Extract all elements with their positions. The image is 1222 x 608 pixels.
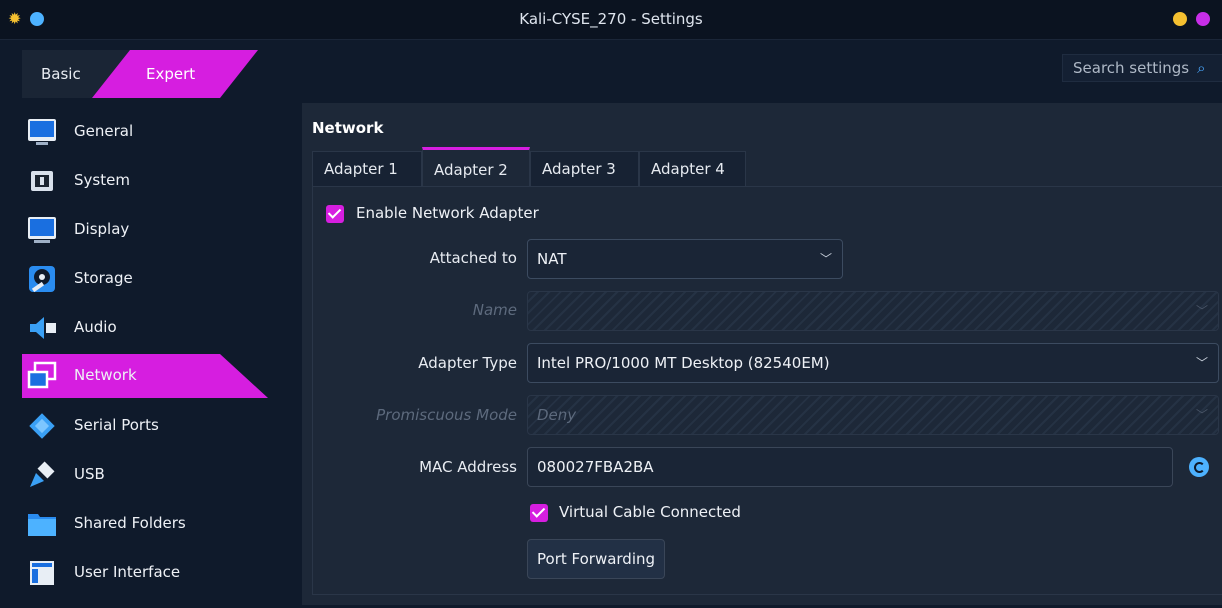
chip-icon [31, 171, 53, 191]
monitor-icon [28, 119, 56, 145]
promiscuous-mode-value: Deny [537, 406, 577, 424]
sidebar-item-label: Serial Ports [74, 416, 159, 434]
adapter-type-value: Intel PRO/1000 MT Desktop (82540EM) [537, 354, 830, 372]
toolbar: Basic Expert Search settings ⌕ [0, 40, 1222, 102]
network-icon [27, 361, 57, 389]
sidebar-item-audio[interactable]: Audio [22, 306, 272, 350]
sidebar-item-user-interface[interactable]: User Interface [22, 551, 272, 595]
attached-to-select[interactable]: NAT ﹀ [527, 239, 843, 279]
mac-address-value: 080027FBA2BA [537, 458, 654, 476]
sidebar-item-label: Network [74, 366, 137, 384]
tab-adapter-3[interactable]: Adapter 3 [530, 151, 639, 187]
folder-icon [28, 514, 56, 536]
enable-adapter-label: Enable Network Adapter [356, 204, 539, 222]
adapter-tab-content: Enable Network Adapter Attached to NAT ﹀… [312, 186, 1222, 595]
minimize-button[interactable] [1173, 12, 1187, 26]
tab-adapter-1[interactable]: Adapter 1 [312, 151, 422, 187]
chevron-down-icon: ﹀ [1195, 408, 1208, 422]
mac-address-label: MAC Address [419, 458, 517, 476]
close-button[interactable] [1196, 12, 1210, 26]
port-forwarding-button[interactable]: Port Forwarding [527, 539, 666, 579]
adapter-type-select[interactable]: Intel PRO/1000 MT Desktop (82540EM) ﹀ [527, 343, 1219, 383]
search-settings-input[interactable]: Search settings ⌕ [1062, 54, 1222, 82]
mac-address-input[interactable]: 080027FBA2BA [527, 447, 1173, 487]
sidebar-item-label: Storage [74, 269, 133, 287]
adapter-type-label: Adapter Type [418, 354, 517, 372]
chevron-down-icon: ﹀ [819, 252, 832, 266]
sidebar-item-label: USB [74, 465, 105, 483]
attached-to-value: NAT [537, 250, 567, 268]
sidebar-item-serial-ports[interactable]: Serial Ports [22, 404, 272, 448]
mode-switch: Basic Expert [22, 50, 258, 98]
sidebar-item-storage[interactable]: Storage [22, 257, 272, 301]
speaker-icon [30, 317, 56, 339]
sidebar-item-network[interactable]: Network [22, 354, 268, 398]
sidebar-item-label: Audio [74, 318, 117, 336]
sidebar-item-label: User Interface [74, 563, 181, 581]
network-settings-panel: Network Adapter 1 Adapter 2 Adapter 3 Ad… [302, 103, 1222, 605]
generate-mac-refresh-icon[interactable] [1189, 457, 1209, 477]
promiscuous-mode-label: Promiscuous Mode [376, 406, 517, 424]
window-title: Kali-CYSE_270 - Settings [519, 10, 703, 28]
search-placeholder: Search settings [1073, 59, 1190, 77]
sidebar-item-general[interactable]: General [22, 110, 272, 154]
virtual-cable-connected-checkbox[interactable] [530, 504, 548, 522]
window-icon [30, 561, 54, 585]
settings-sidebar: General System Display Storage Audio Net… [22, 108, 272, 600]
chevron-down-icon: ﹀ [1195, 356, 1208, 370]
sidebar-item-label: System [74, 171, 130, 189]
chevron-down-icon: ﹀ [1195, 304, 1208, 318]
attached-to-label: Attached to [429, 249, 517, 267]
sidebar-item-label: Display [74, 220, 130, 238]
sidebar-item-label: Shared Folders [74, 514, 186, 532]
sidebar-item-usb[interactable]: USB [22, 453, 272, 497]
enable-adapter-checkbox[interactable] [326, 205, 344, 223]
sidebar-item-display[interactable]: Display [22, 208, 272, 252]
disc-icon [29, 266, 55, 293]
sidebar-item-shared-folders[interactable]: Shared Folders [22, 502, 272, 546]
name-label: Name [472, 301, 517, 319]
tab-adapter-4[interactable]: Adapter 4 [639, 151, 746, 187]
name-select: ﹀ [527, 291, 1219, 331]
search-icon: ⌕ [1197, 59, 1206, 77]
sidebar-item-system[interactable]: System [22, 159, 272, 203]
tab-adapter-2[interactable]: Adapter 2 [422, 147, 530, 187]
title-bar: ✹ Kali-CYSE_270 - Settings [0, 0, 1222, 40]
virtual-cable-connected-label: Virtual Cable Connected [559, 503, 741, 521]
sidebar-item-label: General [74, 122, 134, 140]
display-icon [28, 217, 56, 243]
page-title: Network [312, 119, 384, 137]
promiscuous-mode-select: Deny ﹀ [527, 395, 1219, 435]
serial-port-icon [29, 413, 55, 439]
usb-icon [30, 461, 55, 487]
